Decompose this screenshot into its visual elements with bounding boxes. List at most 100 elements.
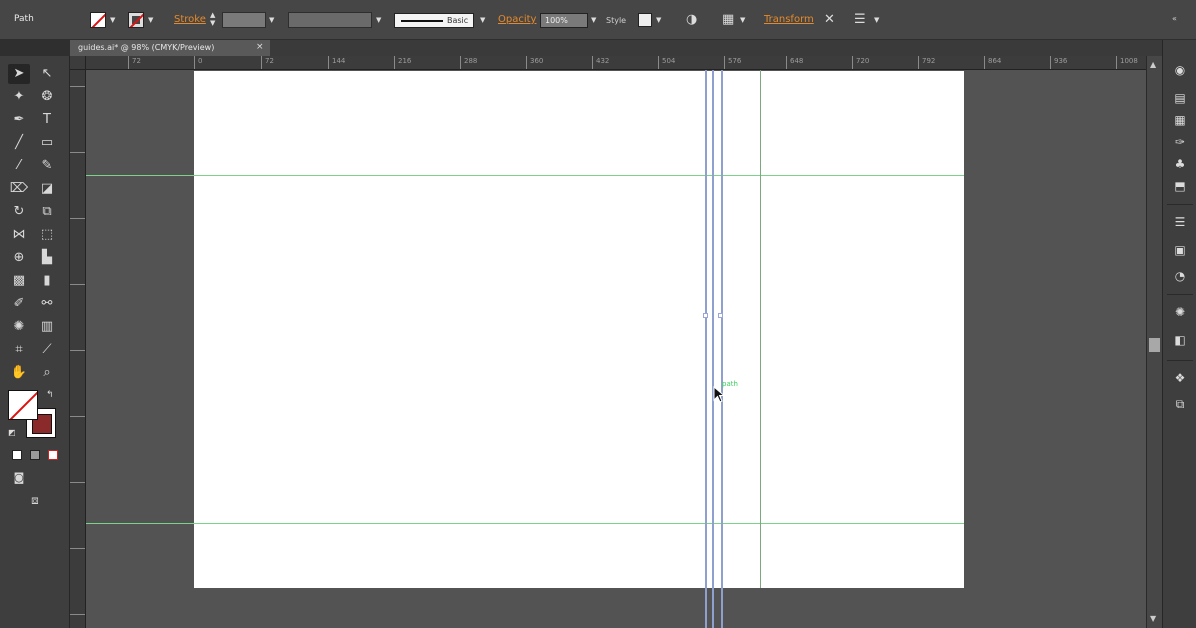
pen-tool-icon[interactable]: ✒	[8, 110, 30, 130]
fill-dropdown-icon[interactable]: ▼	[110, 16, 115, 24]
collapse-panel-icon[interactable]: «	[1172, 14, 1177, 23]
control-bar: Path ▼ ▼ Stroke ▲ ▼ ▼ ▼ Basic ▼ Opacity 1…	[0, 0, 1196, 40]
fill-color-box[interactable]	[8, 390, 38, 420]
ruler-label: 576	[728, 57, 742, 65]
color-panel-icon[interactable]: ◉	[1172, 62, 1188, 78]
path-anchor-point[interactable]	[718, 313, 723, 318]
horizontal-guide[interactable]	[86, 523, 964, 524]
vertical-guide[interactable]	[760, 70, 761, 588]
graphic-styles-panel-icon[interactable]: ⬒	[1172, 178, 1188, 194]
path-anchor-point[interactable]	[703, 313, 708, 318]
blend-tool-icon[interactable]: ⚯	[36, 294, 58, 314]
stroke-dropdown-icon[interactable]: ▼	[148, 16, 153, 24]
selection-tool-icon[interactable]: ➤	[8, 64, 30, 84]
variable-width-profile-field[interactable]	[288, 12, 372, 28]
close-icon[interactable]: ×	[256, 42, 264, 52]
column-graph-tool-icon[interactable]: ▥	[36, 317, 58, 337]
perspective-grid-tool-icon[interactable]: ▙	[36, 248, 58, 268]
opacity-panel-link[interactable]: Opacity	[498, 14, 536, 25]
document-tab-title: guides.ai* @ 98% (CMYK/Preview)	[78, 43, 215, 52]
color-mode-icon[interactable]	[12, 450, 22, 460]
vertical-ruler[interactable]	[70, 70, 86, 628]
scroll-thumb[interactable]	[1149, 338, 1160, 352]
direct-selection-tool-icon[interactable]: ↖	[36, 64, 58, 84]
mesh-tool-icon[interactable]: ▩	[8, 271, 30, 291]
swatches-panel-icon[interactable]: ▦	[1172, 112, 1188, 128]
graphic-style-swatch[interactable]	[638, 13, 652, 27]
pencil-tool-icon[interactable]: ✎	[36, 156, 58, 176]
shape-builder-tool-icon[interactable]: ⊕	[8, 248, 30, 268]
scroll-up-icon[interactable]: ▲	[1150, 60, 1156, 69]
control-menu-dropdown-icon[interactable]: ▼	[874, 16, 879, 24]
eyedropper-tool-icon[interactable]: ✐	[8, 294, 30, 314]
document-tab[interactable]: guides.ai* @ 98% (CMYK/Preview) ×	[70, 40, 270, 56]
selected-path[interactable]	[721, 70, 723, 628]
selected-path[interactable]	[712, 70, 714, 628]
stroke-weight-dropdown-icon[interactable]: ▼	[269, 16, 274, 24]
graphic-style-icon[interactable]: ◧	[1172, 332, 1188, 348]
eraser-tool-icon[interactable]: ◪	[36, 179, 58, 199]
screen-mode-icon[interactable]: ⧈	[24, 490, 46, 510]
transform-panel-link[interactable]: Transform	[764, 14, 814, 25]
tools-panel-header[interactable]	[0, 40, 70, 56]
width-tool-icon[interactable]: ⋈	[8, 225, 30, 245]
vertical-scrollbar[interactable]: ▲ ▼	[1146, 56, 1162, 628]
canvas[interactable]: path	[86, 70, 1146, 628]
layers-panel-icon[interactable]: ❖	[1172, 370, 1188, 386]
align-icon[interactable]: ▦	[722, 13, 734, 26]
rectangle-tool-icon[interactable]: ▭	[36, 133, 58, 153]
horizontal-guide[interactable]	[86, 175, 964, 176]
type-tool-icon[interactable]: T	[36, 110, 58, 130]
control-panel-menu-icon[interactable]: ☰	[854, 13, 866, 26]
opacity-value: 100%	[545, 16, 568, 25]
paintbrush-tool-icon[interactable]: ⁄	[8, 156, 30, 176]
artboard[interactable]	[194, 71, 964, 588]
selected-path[interactable]	[705, 70, 707, 628]
gradient-panel-icon[interactable]: ▣	[1172, 242, 1188, 258]
scroll-down-icon[interactable]: ▼	[1150, 614, 1156, 623]
rotate-tool-icon[interactable]: ↻	[8, 202, 30, 222]
none-mode-icon[interactable]	[48, 450, 58, 460]
panel-dock: ◉ ▤ ▦ ✑ ♣ ⬒ ☰ ▣ ◔ ✺ ◧ ❖ ⧉	[1162, 40, 1196, 628]
profile-dropdown-icon[interactable]: ▼	[376, 16, 381, 24]
stroke-weight-stepper-icon[interactable]: ▲ ▼	[210, 11, 215, 27]
default-fill-stroke-icon[interactable]: ◩	[8, 428, 16, 437]
draw-normal-icon[interactable]: ◙	[8, 468, 30, 488]
gradient-tool-icon[interactable]: ▮	[36, 271, 58, 291]
isolate-object-icon[interactable]: ✕	[824, 13, 835, 26]
ruler-origin[interactable]	[70, 56, 86, 70]
line-segment-tool-icon[interactable]: ╱	[8, 133, 30, 153]
magic-wand-tool-icon[interactable]: ✦	[8, 87, 30, 107]
artboard-tool-icon[interactable]: ⌗	[8, 340, 30, 360]
horizontal-ruler[interactable]: 72 0 72 144 216 288 360 432 504 576 648 …	[86, 56, 1146, 70]
appearance-panel-icon[interactable]: ✺	[1172, 304, 1188, 320]
gradient-mode-icon[interactable]	[30, 450, 40, 460]
brushes-panel-icon[interactable]: ✑	[1172, 134, 1188, 150]
color-guide-panel-icon[interactable]: ▤	[1172, 90, 1188, 106]
fill-swatch[interactable]	[90, 12, 106, 28]
symbols-panel-icon[interactable]: ♣	[1172, 156, 1188, 172]
ruler-label: 936	[1054, 57, 1068, 65]
recolor-artwork-icon[interactable]: ◑	[686, 13, 697, 26]
style-dropdown-icon[interactable]: ▼	[656, 16, 661, 24]
lasso-tool-icon[interactable]: ❂	[36, 87, 58, 107]
artboards-panel-icon[interactable]: ⧉	[1172, 396, 1188, 412]
opacity-field[interactable]: 100%	[540, 13, 588, 28]
brush-dropdown-icon[interactable]: ▼	[480, 16, 485, 24]
align-dropdown-icon[interactable]: ▼	[740, 16, 745, 24]
blob-brush-tool-icon[interactable]: ⌦	[8, 179, 30, 199]
stroke-weight-field[interactable]	[222, 12, 266, 28]
stroke-swatch[interactable]	[128, 12, 144, 28]
opacity-dropdown-icon[interactable]: ▼	[591, 16, 596, 24]
brush-definition-field[interactable]: Basic	[394, 13, 474, 28]
transparency-panel-icon[interactable]: ◔	[1172, 268, 1188, 284]
free-transform-tool-icon[interactable]: ⬚	[36, 225, 58, 245]
symbol-sprayer-tool-icon[interactable]: ✺	[8, 317, 30, 337]
slice-tool-icon[interactable]: ⟋	[36, 340, 58, 360]
zoom-tool-icon[interactable]: ⌕	[36, 363, 58, 383]
stroke-panel-icon[interactable]: ☰	[1172, 214, 1188, 230]
stroke-panel-link[interactable]: Stroke	[174, 14, 206, 25]
swap-fill-stroke-icon[interactable]: ↰	[46, 390, 54, 400]
scale-tool-icon[interactable]: ⧉	[36, 202, 58, 222]
hand-tool-icon[interactable]: ✋	[8, 363, 30, 383]
